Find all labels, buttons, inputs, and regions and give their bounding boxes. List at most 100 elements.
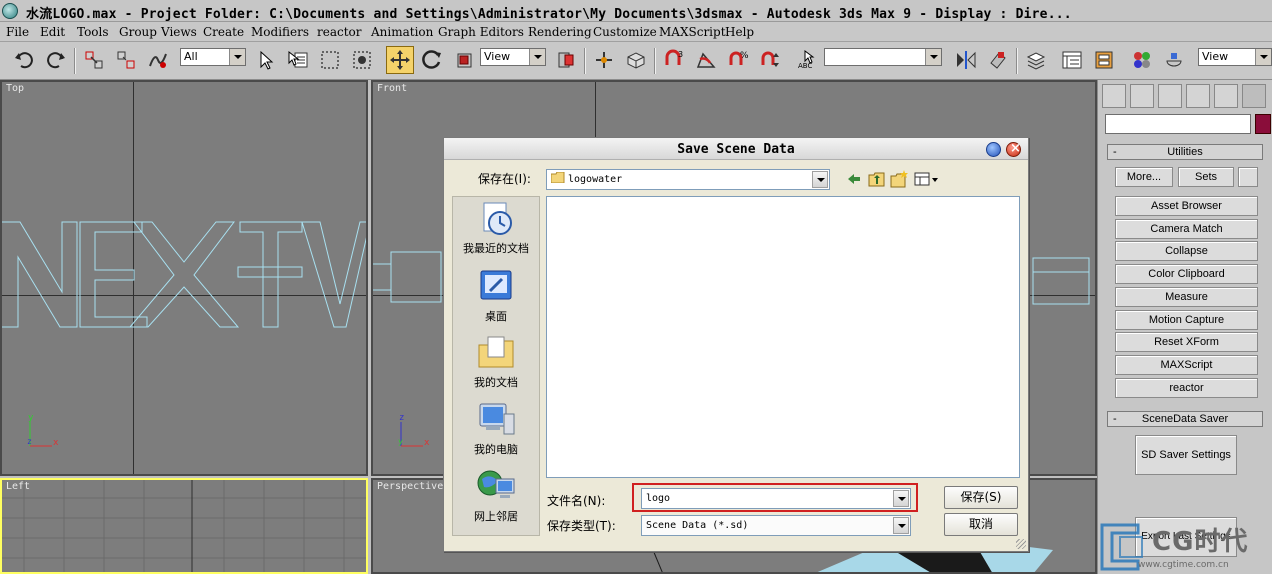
- window-title: 水流LOGO.max - Project Folder: C:\Document…: [26, 7, 1072, 22]
- dialog-title-bar[interactable]: Save Scene Data: [444, 138, 1028, 160]
- menu-maxscript[interactable]: MAXScript: [659, 25, 726, 39]
- axis-tripod-top: y x z: [27, 413, 59, 448]
- menu-tools[interactable]: Tools: [77, 25, 109, 39]
- app-icon[interactable]: [2, 3, 18, 19]
- material-editor-icon[interactable]: [1128, 46, 1156, 74]
- layer-manager-icon[interactable]: [1022, 46, 1050, 74]
- asset-browser-button[interactable]: Asset Browser: [1115, 196, 1258, 216]
- modify-tab-icon[interactable]: [1130, 84, 1154, 108]
- align-icon[interactable]: [984, 46, 1012, 74]
- places-network[interactable]: 网上邻居: [453, 467, 539, 524]
- menu-group[interactable]: Group: [119, 25, 157, 39]
- sd-saver-settings-button[interactable]: SD Saver Settings: [1135, 435, 1237, 475]
- keyboard-shortcut-override-icon[interactable]: [622, 46, 650, 74]
- reference-coordinate-dropdown[interactable]: View: [480, 48, 546, 66]
- percent-snap-icon[interactable]: %: [724, 46, 752, 74]
- snaps-toggle-icon[interactable]: 3: [660, 46, 688, 74]
- svg-text:y: y: [28, 413, 34, 423]
- reactor-button[interactable]: reactor: [1115, 378, 1258, 398]
- resize-grip[interactable]: [1016, 539, 1026, 549]
- undo-icon[interactable]: [10, 46, 38, 74]
- mirror-icon[interactable]: [952, 46, 980, 74]
- viewport-top[interactable]: Top y x z: [0, 80, 368, 476]
- file-type-dropdown[interactable]: Scene Data (*.sd): [641, 515, 911, 536]
- more-button[interactable]: More...: [1115, 167, 1173, 187]
- camera-match-button[interactable]: Camera Match: [1115, 219, 1258, 239]
- selection-filter-value: All: [184, 50, 198, 63]
- motion-tab-icon[interactable]: [1186, 84, 1210, 108]
- places-recent-documents[interactable]: 我最近的文档: [453, 199, 539, 256]
- select-by-name-icon[interactable]: [284, 46, 312, 74]
- curve-editor-icon[interactable]: [1058, 46, 1086, 74]
- select-and-link-icon[interactable]: [80, 46, 108, 74]
- select-object-icon[interactable]: [252, 46, 280, 74]
- create-tab-icon[interactable]: [1102, 84, 1126, 108]
- menu-rendering[interactable]: Rendering: [528, 25, 592, 39]
- select-and-manipulate-icon[interactable]: [590, 46, 618, 74]
- configure-button-sets-icon[interactable]: [1238, 167, 1258, 187]
- window-crossing-icon[interactable]: [348, 46, 376, 74]
- utilities-rollout-header[interactable]: - Utilities: [1107, 144, 1263, 160]
- help-icon[interactable]: [986, 142, 1001, 157]
- filename-label: 文件名(N):: [547, 494, 606, 508]
- motion-capture-button[interactable]: Motion Capture: [1115, 310, 1258, 330]
- select-and-scale-icon[interactable]: [450, 46, 478, 74]
- sets-button[interactable]: Sets: [1178, 167, 1234, 187]
- measure-button[interactable]: Measure: [1115, 287, 1258, 307]
- pivot-center-icon[interactable]: [552, 46, 580, 74]
- menu-modifiers[interactable]: Modifiers: [251, 25, 309, 39]
- reset-xform-button[interactable]: Reset XForm: [1115, 332, 1258, 352]
- save-in-dropdown[interactable]: logowater: [546, 169, 830, 190]
- reference-coordinate-value: View: [484, 50, 511, 63]
- menu-customize[interactable]: Customize: [593, 25, 657, 39]
- menu-graph-editors[interactable]: Graph Editors: [438, 25, 524, 39]
- places-my-documents[interactable]: 我的文档: [453, 333, 539, 390]
- spinner-snap-icon[interactable]: [756, 46, 784, 74]
- object-name-field[interactable]: [1105, 114, 1251, 134]
- back-icon[interactable]: [846, 171, 862, 187]
- menu-help[interactable]: Help: [725, 25, 754, 39]
- places-desktop[interactable]: 桌面: [453, 267, 539, 324]
- menu-views[interactable]: Views: [161, 25, 197, 39]
- unlink-selection-icon[interactable]: [112, 46, 140, 74]
- schematic-view-icon[interactable]: [1090, 46, 1118, 74]
- hierarchy-tab-icon[interactable]: [1158, 84, 1182, 108]
- object-color-swatch[interactable]: [1255, 114, 1271, 134]
- redo-icon[interactable]: [42, 46, 70, 74]
- filename-highlight-annotation: [632, 483, 918, 512]
- utilities-tab-icon[interactable]: [1242, 84, 1266, 108]
- named-selection-sets-dropdown[interactable]: [824, 48, 942, 66]
- select-and-rotate-icon[interactable]: [418, 46, 446, 74]
- places-my-computer[interactable]: 我的电脑: [453, 400, 539, 457]
- svg-text:y: y: [398, 437, 403, 446]
- cancel-button[interactable]: 取消: [944, 513, 1018, 536]
- display-tab-icon[interactable]: [1214, 84, 1238, 108]
- save-button[interactable]: 保存(S): [944, 486, 1018, 509]
- viewport-left[interactable]: Left: [0, 478, 368, 574]
- bind-to-space-warp-icon[interactable]: [144, 46, 172, 74]
- new-folder-icon[interactable]: [890, 170, 908, 188]
- menu-file[interactable]: File: [6, 25, 29, 39]
- network-places-icon: [477, 470, 515, 498]
- scenedata-saver-rollout-header[interactable]: - SceneData Saver: [1107, 411, 1263, 427]
- menu-reactor[interactable]: reactor: [317, 25, 362, 39]
- file-list[interactable]: [546, 196, 1020, 478]
- menu-animation[interactable]: Animation: [371, 25, 433, 39]
- menu-edit[interactable]: Edit: [40, 25, 65, 39]
- view-menu-icon[interactable]: [914, 171, 940, 187]
- render-type-dropdown[interactable]: View: [1198, 48, 1272, 66]
- edit-named-selection-icon[interactable]: ABC: [794, 46, 822, 74]
- rectangular-selection-icon[interactable]: [316, 46, 344, 74]
- collapse-button[interactable]: Collapse: [1115, 241, 1258, 261]
- color-clipboard-button[interactable]: Color Clipboard: [1115, 264, 1258, 284]
- select-and-move-icon[interactable]: [386, 46, 414, 74]
- folder-icon: [550, 171, 565, 184]
- angle-snap-icon[interactable]: [692, 46, 720, 74]
- maxscript-button[interactable]: MAXScript: [1115, 355, 1258, 375]
- save-in-value: logowater: [568, 174, 623, 185]
- menu-create[interactable]: Create: [203, 25, 244, 39]
- up-one-level-icon[interactable]: [868, 171, 886, 187]
- selection-filter-dropdown[interactable]: All: [180, 48, 246, 66]
- render-scene-dialog-icon[interactable]: [1160, 46, 1188, 74]
- close-icon[interactable]: [1006, 141, 1021, 157]
